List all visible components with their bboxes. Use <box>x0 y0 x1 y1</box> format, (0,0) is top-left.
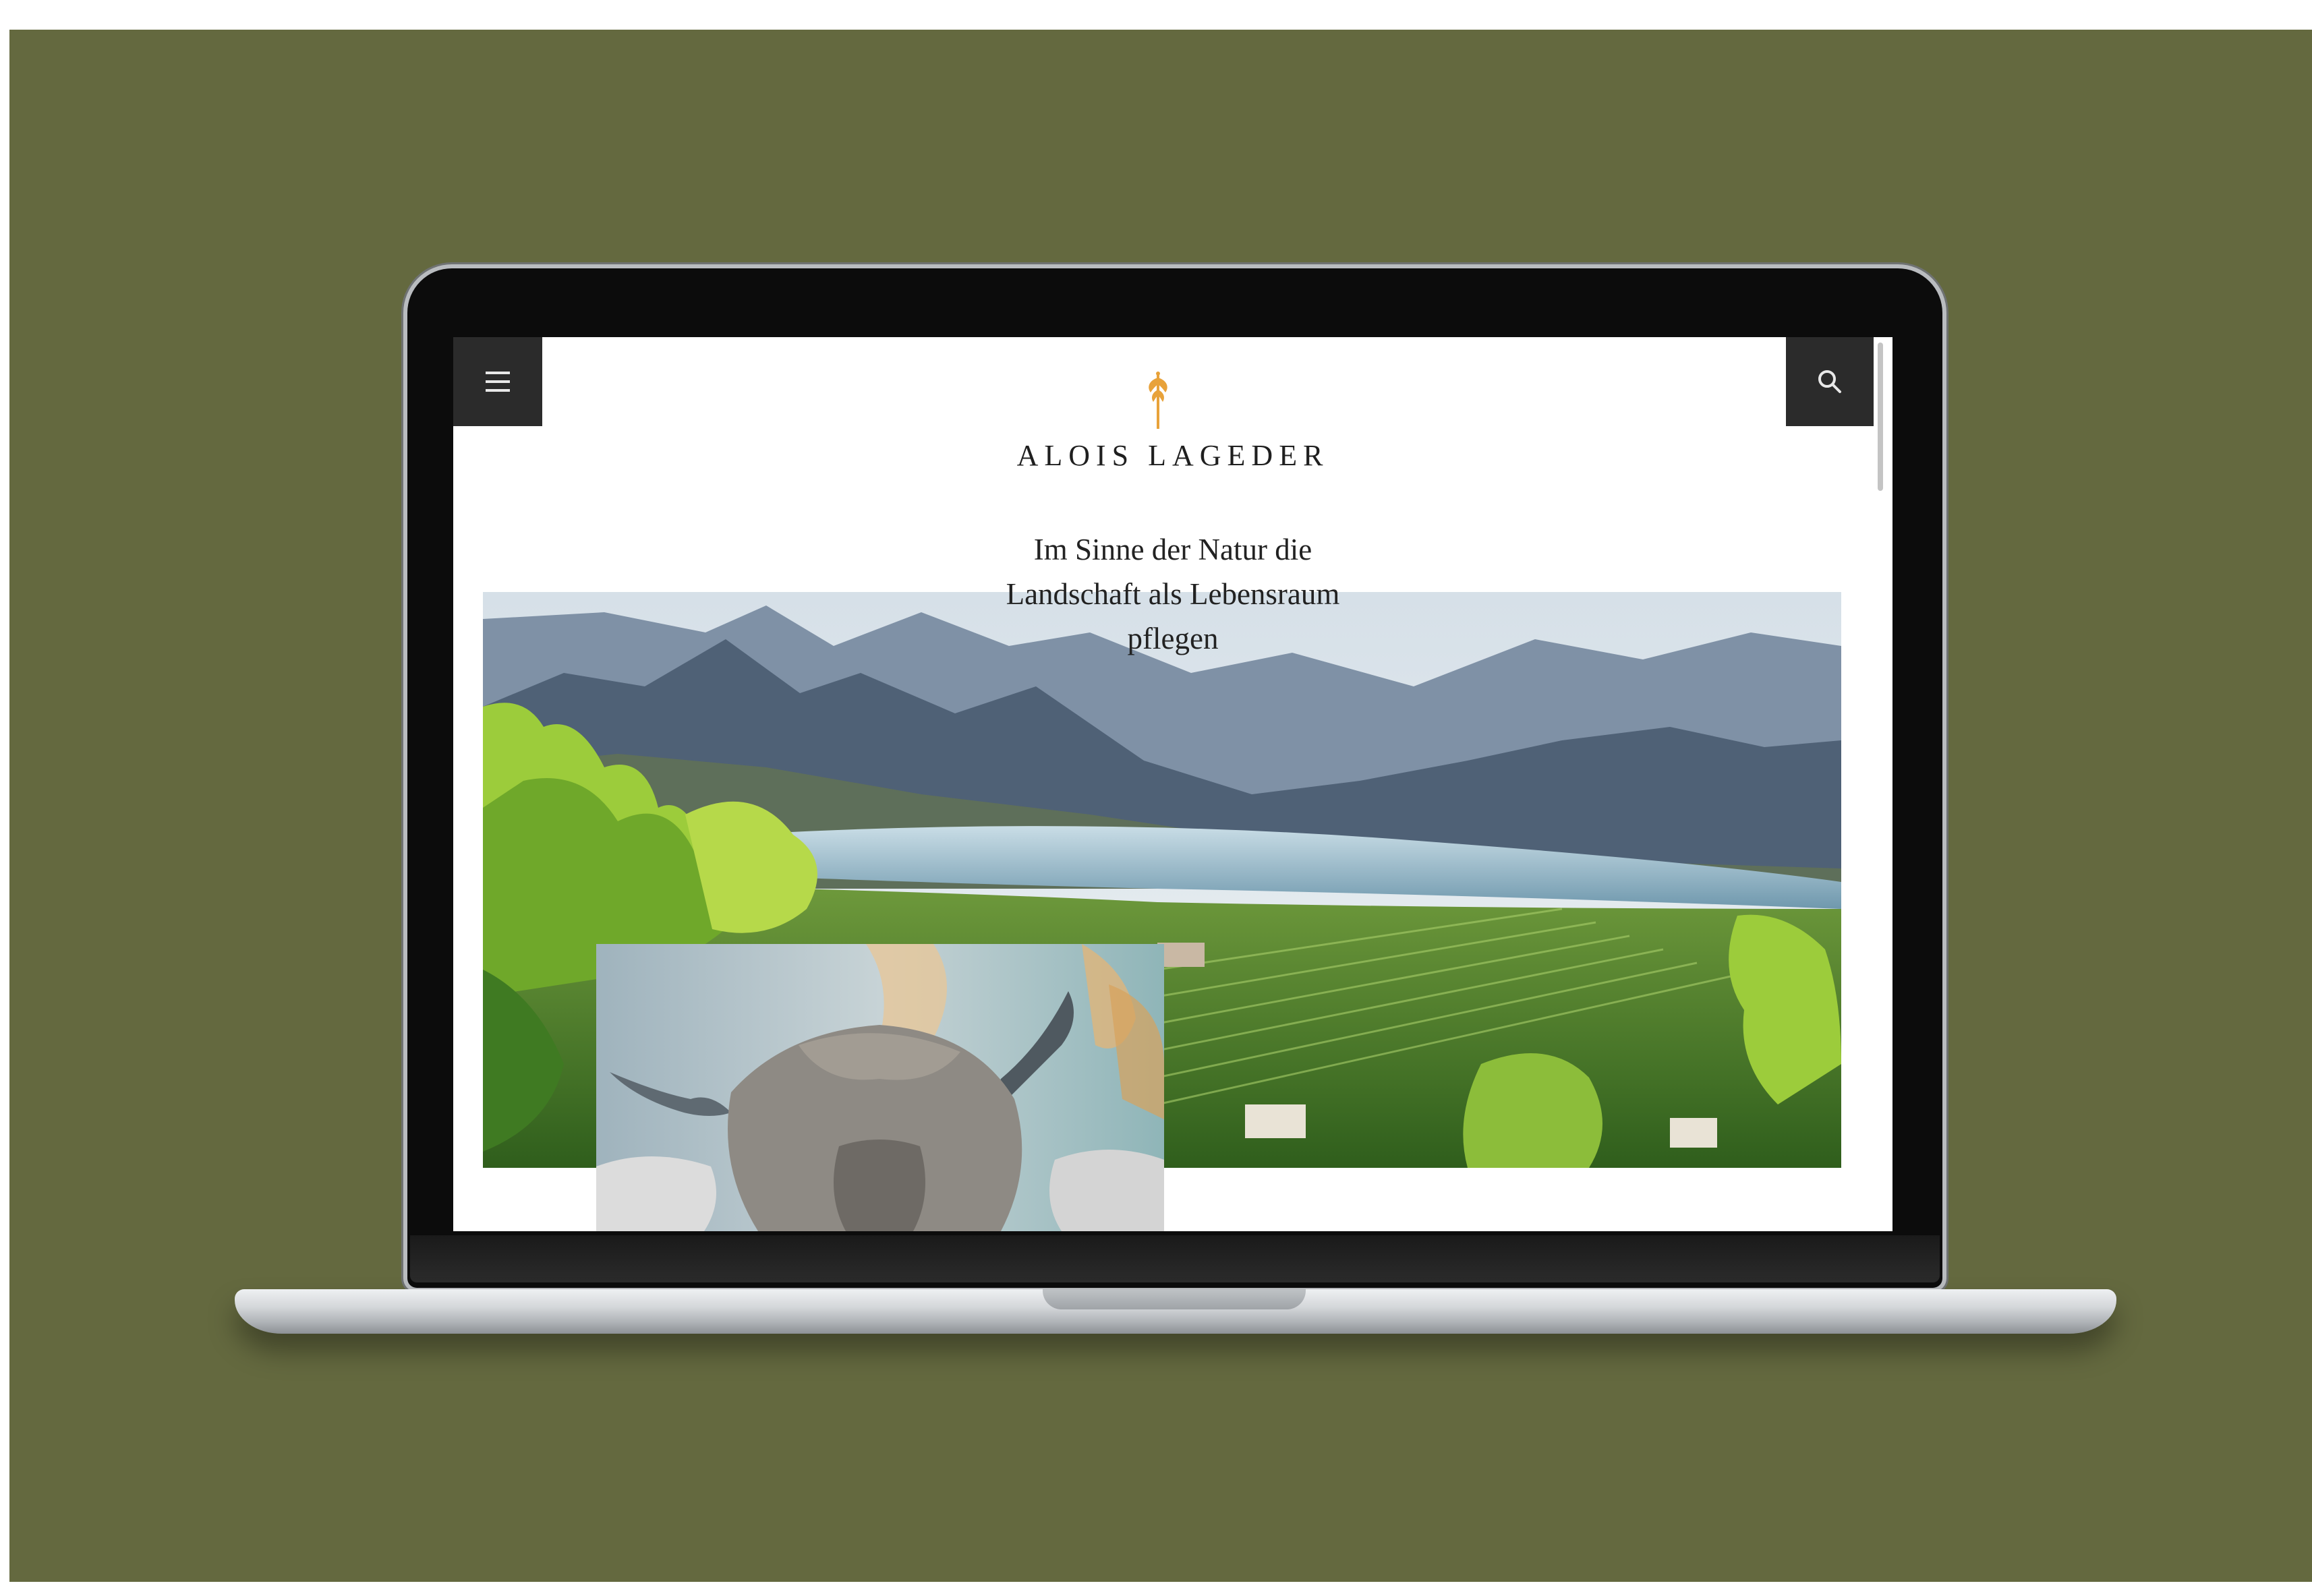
browser-viewport: ALOIS LAGEDER Im Sinne der Natur die Lan… <box>453 337 1892 1231</box>
search-icon <box>1818 370 1841 393</box>
hamburger-icon <box>486 372 510 392</box>
brand-wordmark[interactable]: ALOIS LAGEDER <box>453 438 1892 473</box>
laptop-opening-notch <box>1043 1289 1306 1309</box>
menu-button[interactable] <box>453 337 542 426</box>
headline-line-1: Im Sinne der Natur die <box>1033 533 1312 566</box>
headline-line-2: Landschaft als Lebensraum <box>1006 577 1340 611</box>
cow-feature-image[interactable] <box>596 944 1164 1231</box>
headline-line-3: pflegen <box>1127 622 1219 655</box>
hero-headline: Im Sinne der Natur die Landschaft als Le… <box>453 527 1892 661</box>
laptop-bezel-bottom <box>410 1235 1940 1282</box>
search-button[interactable] <box>1786 337 1874 426</box>
vine-logo-icon[interactable] <box>1143 370 1174 432</box>
